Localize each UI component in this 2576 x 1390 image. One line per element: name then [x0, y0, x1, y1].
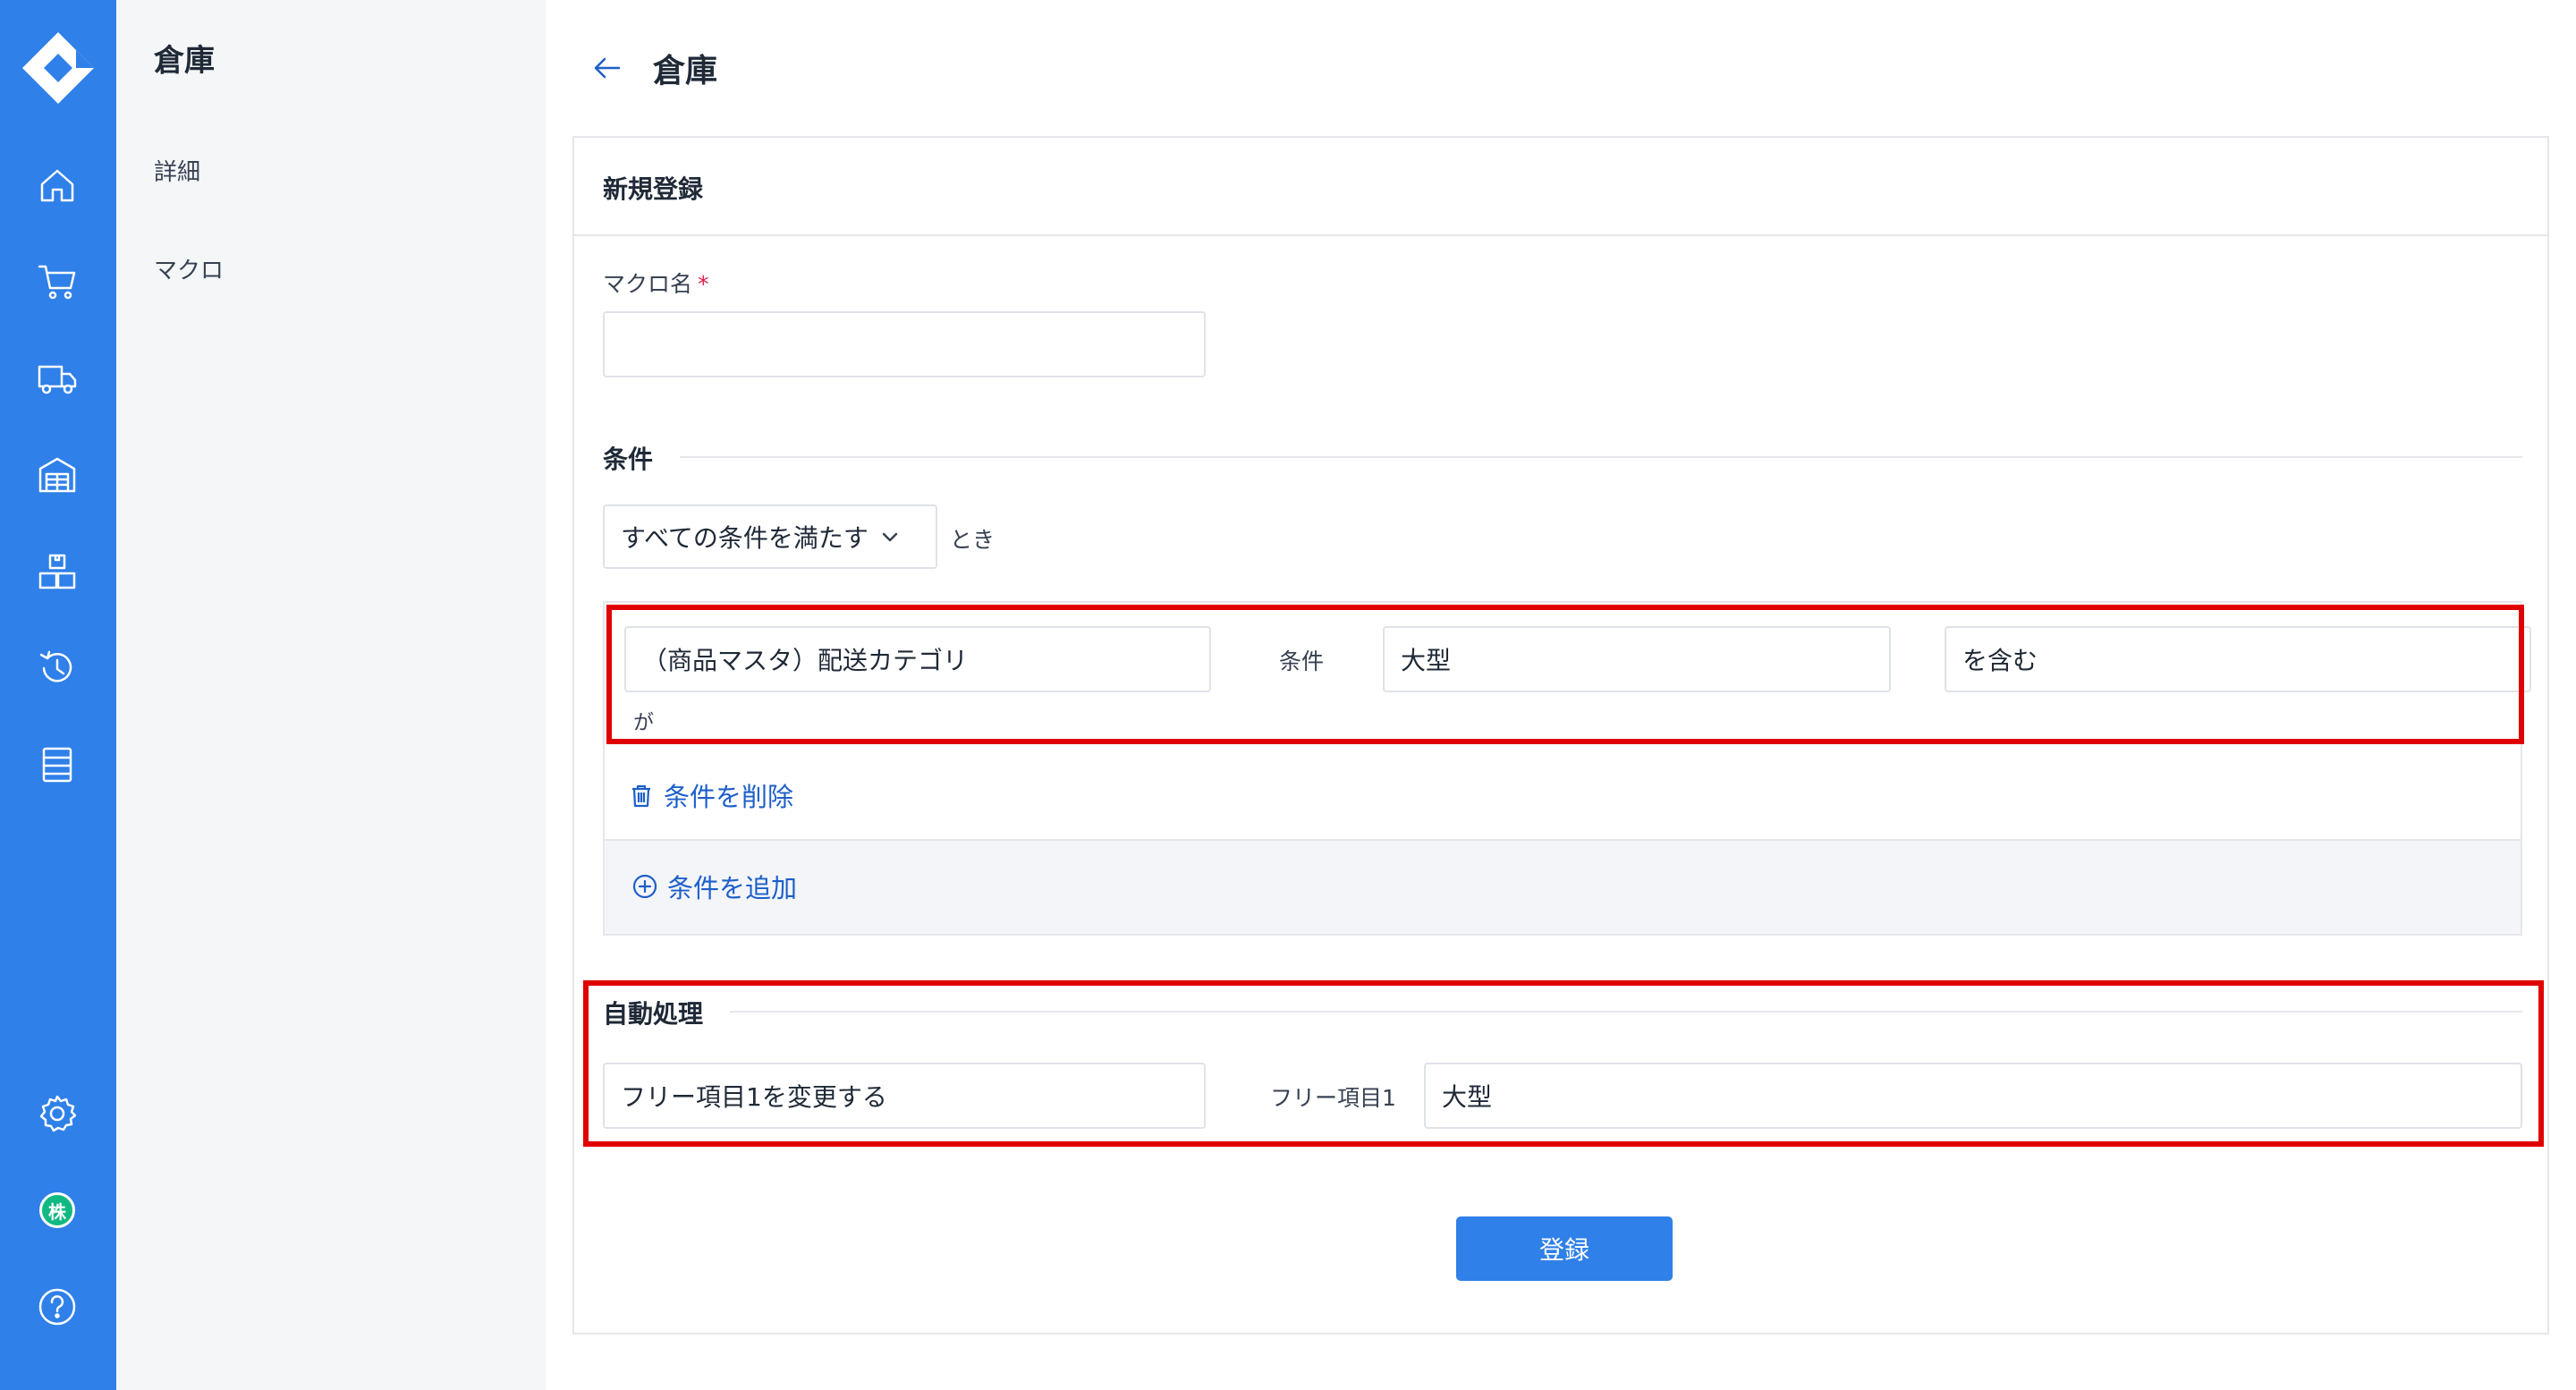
- condition-box: （商品マスタ）配送カテゴリ が 条件 大型 を含む 条件を削除 条件を追加: [603, 601, 2531, 936]
- help-icon[interactable]: [33, 1283, 81, 1331]
- main-content: 倉庫 新規登録 マクロ名 * 条件 すべての条件を満たす とき （商品マスタ）配送…: [546, 0, 2576, 1390]
- settings-icon[interactable]: [33, 1089, 81, 1138]
- history-icon[interactable]: [33, 644, 81, 692]
- add-condition-button[interactable]: 条件を追加: [631, 868, 797, 905]
- chevron-down-icon: [882, 532, 898, 542]
- back-arrow-icon[interactable]: [589, 50, 624, 86]
- warehouse-icon[interactable]: [33, 451, 81, 499]
- secondary-sidebar: 倉庫 詳細 マクロ: [116, 0, 546, 1390]
- cart-icon[interactable]: [33, 258, 81, 306]
- truck-icon[interactable]: [33, 354, 81, 403]
- home-icon[interactable]: [33, 161, 81, 209]
- add-condition-label: 条件を追加: [667, 873, 798, 903]
- action-target-input[interactable]: 大型: [1424, 1063, 2522, 1129]
- conditions-title: 条件: [603, 440, 681, 476]
- delete-condition-button[interactable]: 条件を削除: [628, 776, 793, 814]
- add-condition-row: 条件を追加: [605, 839, 2521, 934]
- action-target-label: フリー項目1: [1270, 1085, 1396, 1111]
- card-header: 新規登録: [574, 138, 2547, 236]
- inventory-icon[interactable]: [33, 547, 81, 596]
- match-mode-value: すべての条件を満たす: [621, 523, 869, 553]
- condition-field-select[interactable]: （商品マスタ）配送カテゴリ: [624, 626, 1211, 692]
- actions-title: 自動処理: [603, 995, 731, 1030]
- app-rail: 株: [0, 0, 116, 1390]
- delete-condition-label: 条件を削除: [664, 782, 794, 812]
- required-mark: *: [698, 271, 709, 297]
- match-suffix: とき: [950, 527, 996, 553]
- logo-icon[interactable]: [21, 30, 96, 106]
- match-mode-select[interactable]: すべての条件を満たす: [603, 504, 937, 569]
- sidebar-item-details[interactable]: 詳細: [154, 154, 200, 187]
- new-macro-card: 新規登録 マクロ名 * 条件 すべての条件を満たす とき （商品マスタ）配送カテゴ…: [572, 136, 2549, 1335]
- macro-name-label: マクロ名 *: [603, 267, 709, 299]
- avatar-label: 株: [39, 1192, 75, 1228]
- macro-name-label-text: マクロ名: [603, 271, 693, 297]
- page-title: 倉庫: [653, 53, 718, 89]
- ledger-icon[interactable]: [33, 741, 81, 789]
- avatar[interactable]: 株: [33, 1186, 81, 1234]
- action-select[interactable]: フリー項目1を変更する: [603, 1063, 1206, 1129]
- sidebar-item-macro[interactable]: マクロ: [154, 252, 224, 285]
- sidebar-title: 倉庫: [154, 43, 215, 79]
- trash-icon: [632, 784, 650, 808]
- macro-name-input[interactable]: [603, 311, 1206, 377]
- condition-operator-select[interactable]: を含む: [1945, 626, 2531, 692]
- condition-operator-label: 条件: [1279, 648, 1325, 674]
- plus-circle-icon: [632, 874, 657, 899]
- condition-value-input[interactable]: 大型: [1383, 626, 1891, 692]
- register-button[interactable]: 登録: [1456, 1216, 1673, 1281]
- card-title: 新規登録: [603, 174, 704, 204]
- actions-divider: [603, 1011, 2522, 1013]
- conditions-divider: [603, 456, 2522, 458]
- condition-field-suffix: が: [633, 711, 654, 734]
